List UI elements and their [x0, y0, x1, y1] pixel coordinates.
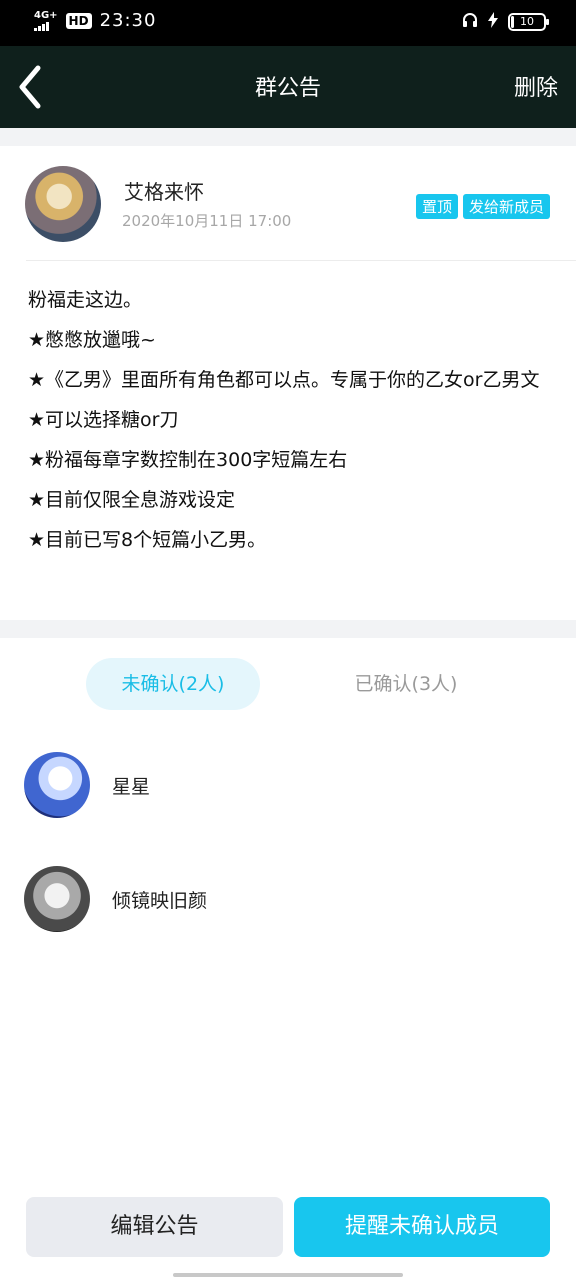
author-avatar[interactable] — [25, 166, 101, 242]
cellular-indicator: 4G+ — [34, 9, 58, 31]
status-bar: 4G+ HD 23:30 10 — [0, 0, 576, 46]
nav-bar: 群公告 删除 — [0, 46, 576, 128]
delete-button[interactable]: 删除 — [514, 70, 558, 102]
member-item[interactable]: 倾镜映旧颜 — [24, 866, 564, 934]
content-line: ★可以选择糖or刀 — [28, 409, 179, 431]
edit-announcement-button[interactable]: 编辑公告 — [26, 1197, 283, 1257]
member-name: 倾镜映旧颜 — [112, 890, 208, 912]
content-line: ★《乙男》里面所有角色都可以点。专属于你的乙女or乙男文 — [28, 369, 540, 391]
section-gap — [0, 128, 576, 146]
battery-icon: 10 — [508, 13, 549, 31]
divider — [26, 260, 576, 261]
tab-unconfirmed[interactable]: 未确认(2人) — [86, 658, 260, 710]
content-line: ★粉福每章字数控制在300字短篇左右 — [28, 449, 348, 471]
status-right: 10 — [462, 12, 549, 32]
remind-unconfirmed-button[interactable]: 提醒未确认成员 — [294, 1197, 550, 1257]
network-type: 4G+ — [34, 9, 58, 21]
page-title: 群公告 — [254, 76, 321, 101]
announcement-content: 粉福走这边。 ★憋憋放邋哦~ ★《乙男》里面所有角色都可以点。专属于你的乙女or… — [28, 280, 552, 560]
author-header: 艾格来怀 2020年10月11日 17:00 置顶 发给新成员 — [0, 146, 576, 260]
post-time: 2020年10月11日 17:00 — [122, 212, 292, 230]
send-new-members-tag: 发给新成员 — [462, 194, 550, 219]
content-line: 粉福走这边。 — [28, 289, 143, 311]
battery-fill — [511, 16, 514, 28]
author-name: 艾格来怀 — [124, 180, 204, 204]
member-name: 星星 — [112, 776, 151, 798]
pinned-tag: 置顶 — [415, 194, 458, 219]
content-line: ★目前已写8个短篇小乙男。 — [28, 529, 267, 551]
tag-group: 置顶 发给新成员 — [415, 194, 550, 219]
tab-confirmed[interactable]: 已确认(3人) — [318, 658, 494, 710]
headphones-icon — [462, 12, 478, 32]
signal-bars-icon — [34, 21, 52, 31]
status-left: 4G+ HD 23:30 — [34, 10, 156, 31]
content-line: ★目前仅限全息游戏设定 — [28, 489, 236, 511]
avatar — [24, 866, 90, 932]
battery-level: 10 — [520, 15, 534, 28]
section-gap — [0, 620, 576, 638]
lightning-icon — [488, 12, 498, 32]
clock: 23:30 — [99, 10, 157, 31]
avatar — [24, 752, 90, 818]
content-line: ★憋憋放邋哦~ — [28, 329, 156, 351]
member-item[interactable]: 星星 — [24, 752, 564, 820]
hd-badge: HD — [65, 12, 92, 29]
home-indicator[interactable] — [173, 1273, 403, 1277]
